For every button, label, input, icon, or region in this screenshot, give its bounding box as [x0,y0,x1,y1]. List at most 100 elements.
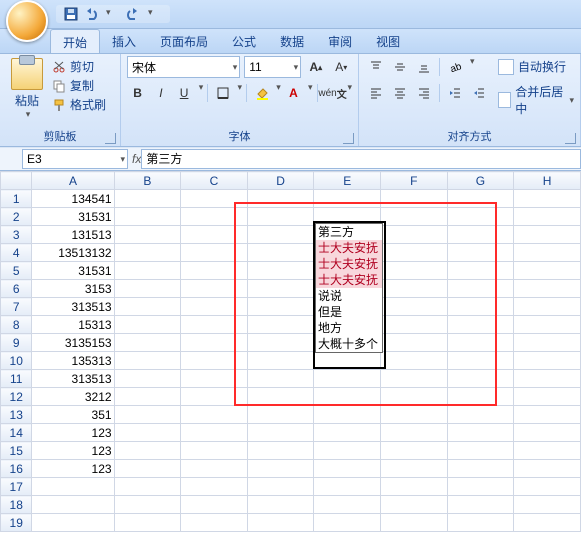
wrap-text-button[interactable]: 自动换行 [498,58,574,75]
cell-E13[interactable] [314,406,381,424]
col-header-A[interactable]: A [32,172,114,190]
underline-button[interactable]: U [174,82,195,104]
cell-H3[interactable] [514,226,581,244]
cell-F4[interactable] [381,244,448,262]
cell-A9[interactable]: 3135153 [32,334,114,352]
tab-data[interactable]: 数据 [268,29,316,53]
align-middle-button[interactable] [389,56,411,78]
cell-C9[interactable] [181,334,248,352]
cell-F12[interactable] [381,388,448,406]
cell-G1[interactable] [447,190,514,208]
cell-C17[interactable] [181,478,248,496]
cell-D10[interactable] [247,352,314,370]
cell-G18[interactable] [447,496,514,514]
cell-C8[interactable] [181,316,248,334]
tab-review[interactable]: 审阅 [316,29,364,53]
cell-E15[interactable] [314,442,381,460]
formula-input[interactable]: 第三方 [141,149,581,169]
cell-A14[interactable]: 123 [32,424,114,442]
col-header-C[interactable]: C [181,172,248,190]
cell-A4[interactable]: 13513132 [32,244,114,262]
cell-E17[interactable] [314,478,381,496]
name-box[interactable]: E3 [22,149,128,169]
orientation-dropdown[interactable]: ▾ [470,56,475,78]
fill-dropdown[interactable]: ▾ [276,82,281,104]
undo-icon[interactable] [84,7,98,21]
cell-C19[interactable] [181,514,248,532]
cell-F16[interactable] [381,460,448,478]
cell-B10[interactable] [114,352,181,370]
font-size-combo[interactable]: 11 [244,56,301,78]
col-header-E[interactable]: E [314,172,381,190]
grow-font-button[interactable]: A▴ [305,56,326,78]
row-header-12[interactable]: 12 [1,388,32,406]
cell-G9[interactable] [447,334,514,352]
cell-G5[interactable] [447,262,514,280]
tab-page-layout[interactable]: 页面布局 [148,29,220,53]
cell-D7[interactable] [247,298,314,316]
cell-H16[interactable] [514,460,581,478]
cell-C15[interactable] [181,442,248,460]
fx-icon[interactable]: fx [132,152,141,166]
office-orb[interactable] [6,0,48,42]
cell-H7[interactable] [514,298,581,316]
merge-center-button[interactable]: 合并后居中▾ [498,83,574,117]
cell-H11[interactable] [514,370,581,388]
cell-F17[interactable] [381,478,448,496]
cell-D18[interactable] [247,496,314,514]
cell-G12[interactable] [447,388,514,406]
cell-C5[interactable] [181,262,248,280]
merge-dropdown[interactable]: ▾ [569,95,574,106]
cell-B14[interactable] [114,424,181,442]
cell-H5[interactable] [514,262,581,280]
cell-D3[interactable] [247,226,314,244]
font-name-combo[interactable]: 宋体 [127,56,240,78]
cell-A1[interactable]: 134541 [32,190,114,208]
cell-E19[interactable] [314,514,381,532]
cell-H8[interactable] [514,316,581,334]
cell-H13[interactable] [514,406,581,424]
cell-A12[interactable]: 3212 [32,388,114,406]
cell-A5[interactable]: 31531 [32,262,114,280]
list-item[interactable]: 士大夫安抚 [316,272,382,288]
select-all-corner[interactable] [1,172,32,190]
cell-B6[interactable] [114,280,181,298]
fill-color-button[interactable] [251,82,272,104]
increase-indent-button[interactable] [468,82,490,104]
cell-A8[interactable]: 15313 [32,316,114,334]
cell-D14[interactable] [247,424,314,442]
cell-D12[interactable] [247,388,314,406]
bold-button[interactable]: B [127,82,148,104]
redo-icon[interactable] [126,7,140,21]
cell-C12[interactable] [181,388,248,406]
cell-D4[interactable] [247,244,314,262]
cell-B8[interactable] [114,316,181,334]
cell-A11[interactable]: 313513 [32,370,114,388]
row-header-19[interactable]: 19 [1,514,32,532]
cell-A10[interactable]: 135313 [32,352,114,370]
cell-A16[interactable]: 123 [32,460,114,478]
cell-F9[interactable] [381,334,448,352]
italic-button[interactable]: I [150,82,171,104]
cell-A7[interactable]: 313513 [32,298,114,316]
cell-E16[interactable] [314,460,381,478]
list-item[interactable]: 说说 [316,288,382,304]
cell-G10[interactable] [447,352,514,370]
list-item[interactable]: 第三方 [316,224,382,240]
col-header-F[interactable]: F [381,172,448,190]
cell-B13[interactable] [114,406,181,424]
cell-B12[interactable] [114,388,181,406]
row-header-9[interactable]: 9 [1,334,32,352]
cell-F7[interactable] [381,298,448,316]
cell-B2[interactable] [114,208,181,226]
cell-D8[interactable] [247,316,314,334]
tab-insert[interactable]: 插入 [100,29,148,53]
shrink-font-button[interactable]: A▾ [331,56,352,78]
cell-G6[interactable] [447,280,514,298]
cell-H18[interactable] [514,496,581,514]
cell-D2[interactable] [247,208,314,226]
border-button[interactable] [212,82,233,104]
save-icon[interactable] [64,7,78,21]
col-header-G[interactable]: G [447,172,514,190]
align-center-button[interactable] [389,82,411,104]
